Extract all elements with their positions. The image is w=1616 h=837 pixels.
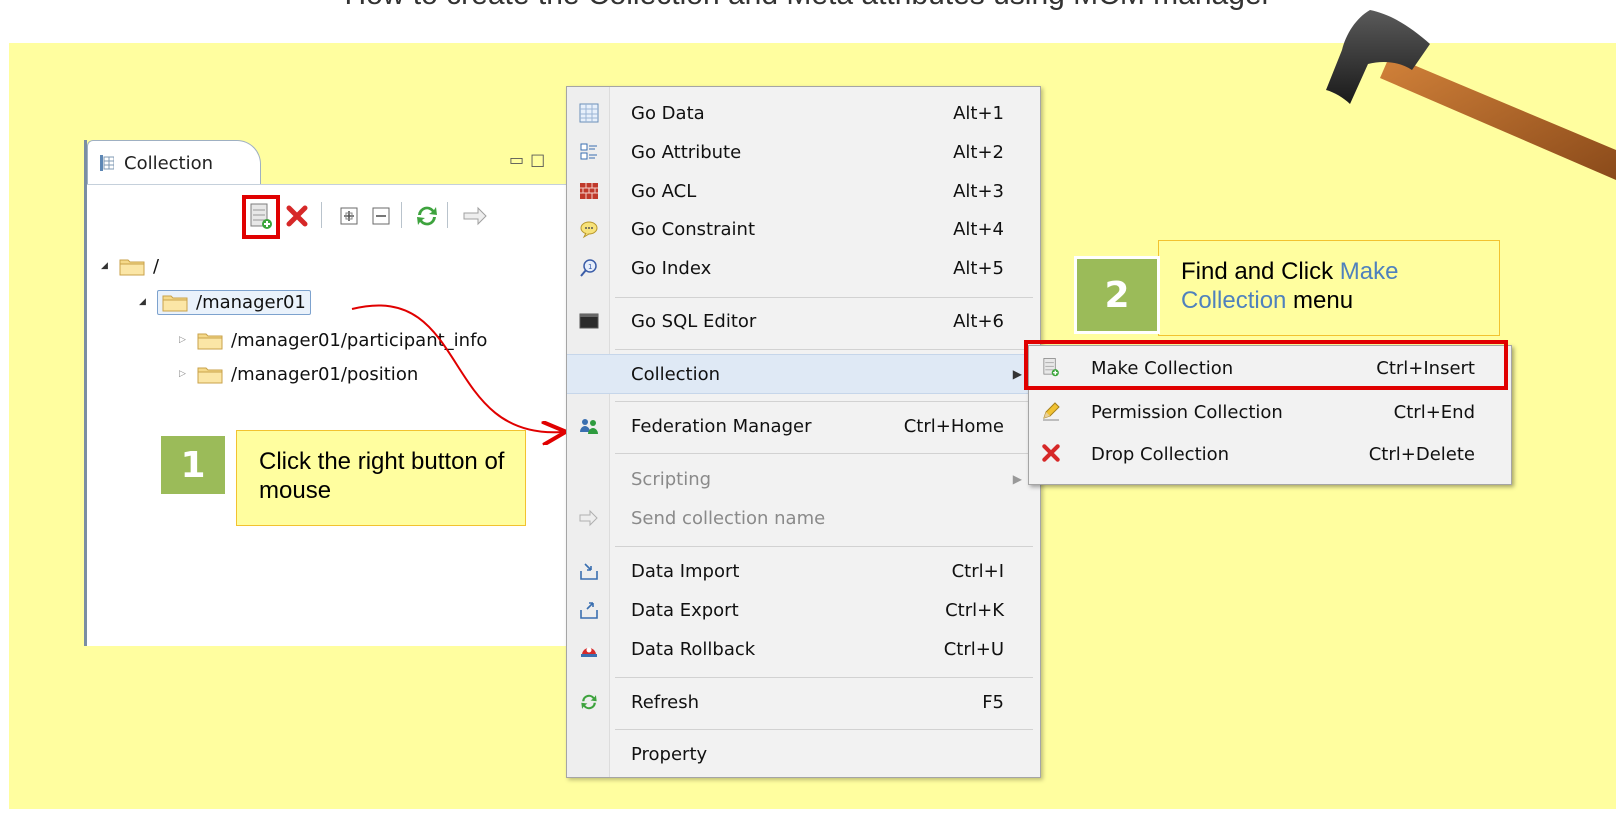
step-1-text: Click the right button of mouse	[259, 448, 505, 504]
step-2-callout: Find and Click Make Collection menu	[1158, 240, 1500, 336]
annotation-arrow	[351, 304, 1616, 837]
step-2-text-before: Find and Click	[1181, 258, 1340, 285]
step-1-callout: Click the right button of mouse	[236, 430, 526, 526]
step-2-badge: 2	[1074, 256, 1160, 334]
step-2-text-after: menu	[1286, 287, 1354, 314]
step-1-badge: 1	[158, 433, 228, 497]
